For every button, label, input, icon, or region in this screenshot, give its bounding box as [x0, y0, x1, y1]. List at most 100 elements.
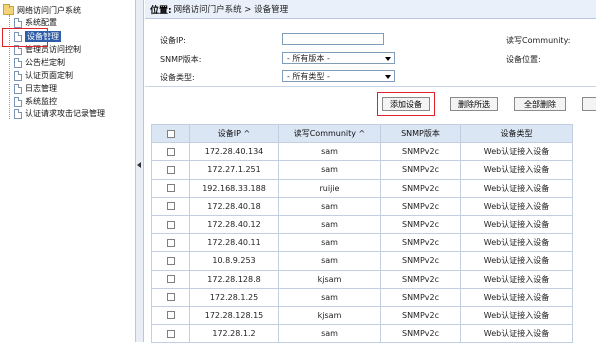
device-type-select[interactable]: - 所有类型 - [282, 70, 395, 82]
cell-community: sam [278, 233, 381, 253]
table-row[interactable]: 172.28.128.15 kjsam SNMPv2c Web认证接入设备 [151, 305, 573, 326]
row-select-cell[interactable] [151, 324, 190, 343]
delete-selected-button[interactable]: 删除所选 [450, 97, 498, 111]
row-checkbox[interactable] [166, 275, 175, 284]
tree-item-auth-page[interactable]: 认证页面定制 [14, 70, 73, 81]
row-select-cell[interactable] [151, 160, 190, 180]
tree-item-label: 认证页面定制 [25, 71, 73, 80]
row-select-cell[interactable] [151, 142, 190, 162]
row-select-cell[interactable] [151, 178, 190, 198]
selection-highlight-box [2, 28, 48, 47]
table-body: 172.28.40.134 sam SNMPv2c Web认证接入设备 172.27.1… [151, 142, 573, 343]
table-row[interactable]: 192.168.33.188 ruijie SNMPv2c Web认证接入设备 [151, 178, 573, 198]
row-checkbox[interactable] [166, 256, 175, 265]
cell-device-ip: 172.28.1.25 [189, 287, 279, 307]
cell-device-ip: 172.28.40.11 [189, 233, 279, 253]
folder-icon [3, 3, 14, 15]
cell-device-type: Web认证接入设备 [460, 287, 573, 307]
cell-device-type: Web认证接入设备 [460, 178, 573, 198]
tree-item-label: 公告栏定制 [25, 58, 65, 67]
tree-item-monitor[interactable]: 系统监控 [14, 96, 57, 107]
row-checkbox[interactable] [166, 165, 175, 174]
table-row[interactable]: 172.28.40.134 sam SNMPv2c Web认证接入设备 [151, 142, 573, 162]
tree-root-label: 网络访问门户系统 [17, 5, 81, 15]
cell-device-type: Web认证接入设备 [460, 196, 573, 216]
table-row[interactable]: 172.28.40.11 sam SNMPv2c Web认证接入设备 [151, 233, 573, 253]
row-checkbox[interactable] [166, 293, 175, 302]
tree-item-bulletin[interactable]: 公告栏定制 [14, 57, 65, 68]
tree-item-log[interactable]: 日志管理 [14, 83, 57, 94]
breadcrumb: 位置: 网络访问门户系统 > 设备管理 [145, 0, 596, 19]
cell-snmp-version: SNMPv2c [380, 251, 461, 271]
cell-snmp-version: SNMPv2c [380, 160, 461, 180]
table-row[interactable]: 172.28.1.2 sam SNMPv2c Web认证接入设备 [151, 324, 573, 343]
cell-community: sam [278, 196, 381, 216]
header-community[interactable]: 读写Community ^ [278, 123, 381, 144]
navigation-tree: 网络访问门户系统 系统配置 设备管理 管理员访问控制 公告栏定制 认证页面定制 … [0, 0, 136, 342]
add-device-button[interactable]: 添加设备 [382, 97, 430, 111]
table-row[interactable]: 172.27.1.251 sam SNMPv2c Web认证接入设备 [151, 160, 573, 180]
row-select-cell[interactable] [151, 305, 190, 326]
tree-item-system-config[interactable]: 系统配置 [14, 17, 57, 28]
tree-root[interactable]: 网络访问门户系统 [3, 3, 81, 16]
cell-device-ip: 172.28.1.2 [189, 324, 279, 343]
cell-community: sam [278, 142, 381, 162]
cell-snmp-version: SNMPv2c [380, 287, 461, 307]
cell-device-type: Web认证接入设备 [460, 269, 573, 289]
cell-device-ip: 10.8.9.253 [189, 251, 279, 271]
cell-device-ip: 172.27.1.251 [189, 160, 279, 180]
cell-community: kjsam [278, 269, 381, 289]
cell-snmp-version: SNMPv2c [380, 324, 461, 343]
page-icon [14, 108, 22, 119]
cell-snmp-version: SNMPv2c [380, 142, 461, 162]
panel-splitter[interactable] [136, 0, 144, 342]
row-checkbox[interactable] [166, 329, 175, 338]
row-select-cell[interactable] [151, 214, 190, 235]
device-table: 设备IP ^ 读写Community ^ SNMP版本 设备类型 172.28.… [151, 123, 573, 343]
cell-snmp-version: SNMPv2c [380, 305, 461, 326]
cell-device-type: Web认证接入设备 [460, 142, 573, 162]
cell-snmp-version: SNMPv2c [380, 269, 461, 289]
delete-all-button[interactable]: 全部删除 [514, 97, 566, 111]
row-checkbox[interactable] [166, 311, 175, 320]
row-checkbox[interactable] [166, 184, 175, 193]
row-checkbox[interactable] [166, 220, 175, 229]
cell-device-type: Web认证接入设备 [460, 160, 573, 180]
breadcrumb-label: 位置: [150, 5, 172, 16]
cell-device-type: Web认证接入设备 [460, 251, 573, 271]
cell-device-ip: 172.28.128.15 [189, 305, 279, 326]
table-row[interactable]: 172.28.1.25 sam SNMPv2c Web认证接入设备 [151, 287, 573, 307]
tree-item-attack-records[interactable]: 认证请求攻击记录管理 [14, 108, 105, 119]
row-select-cell[interactable] [151, 196, 190, 216]
row-select-cell[interactable] [151, 269, 190, 289]
cell-snmp-version: SNMPv2c [380, 196, 461, 216]
collapse-arrow-icon[interactable] [137, 162, 141, 168]
cell-community: sam [278, 324, 381, 343]
device-ip-label: 设备IP: [160, 36, 186, 45]
overflow-button[interactable] [582, 97, 596, 111]
page-icon [14, 70, 22, 81]
snmp-version-value: - 所有版本 - [287, 53, 330, 63]
select-all-checkbox[interactable] [166, 129, 175, 138]
row-checkbox[interactable] [166, 238, 175, 247]
cell-device-type: Web认证接入设备 [460, 233, 573, 253]
device-ip-input[interactable] [282, 33, 384, 45]
cell-device-type: Web认证接入设备 [460, 214, 573, 235]
device-type-value: - 所有类型 - [287, 71, 330, 81]
table-row[interactable]: 10.8.9.253 sam SNMPv2c Web认证接入设备 [151, 251, 573, 271]
tree-item-label: 日志管理 [25, 84, 57, 93]
header-device-ip[interactable]: 设备IP ^ [189, 123, 279, 144]
row-select-cell[interactable] [151, 251, 190, 271]
row-select-cell[interactable] [151, 233, 190, 253]
table-row[interactable]: 172.28.40.18 sam SNMPv2c Web认证接入设备 [151, 196, 573, 216]
row-checkbox[interactable] [166, 147, 175, 156]
table-row[interactable]: 172.28.128.8 kjsam SNMPv2c Web认证接入设备 [151, 269, 573, 289]
row-select-cell[interactable] [151, 287, 190, 307]
table-row[interactable]: 172.28.40.12 sam SNMPv2c Web认证接入设备 [151, 214, 573, 235]
snmp-version-select[interactable]: - 所有版本 - [282, 52, 395, 64]
cell-device-ip: 192.168.33.188 [189, 178, 279, 198]
cell-community: sam [278, 214, 381, 235]
device-type-label: 设备类型: [160, 73, 195, 82]
select-all-cell[interactable] [151, 123, 190, 144]
row-checkbox[interactable] [166, 202, 175, 211]
